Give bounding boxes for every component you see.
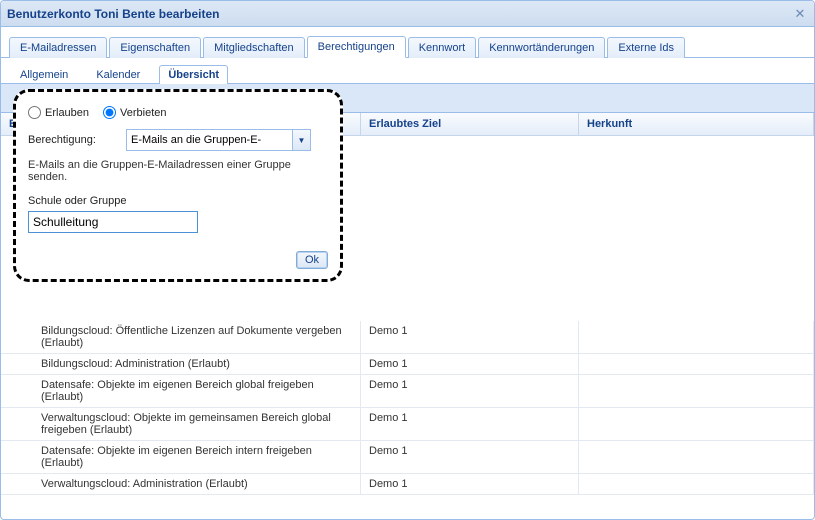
tab-memberships[interactable]: Mitgliedschaften bbox=[203, 37, 305, 58]
cell-origin bbox=[579, 354, 814, 374]
subtab-calendar[interactable]: Kalender bbox=[87, 65, 149, 84]
cell-origin bbox=[579, 474, 814, 494]
allow-deny-radios: Erlauben Verbieten bbox=[28, 106, 328, 119]
tab-email[interactable]: E-Mailadressen bbox=[9, 37, 107, 58]
cell-target: Demo 1 bbox=[361, 441, 579, 473]
ok-button[interactable]: Ok bbox=[296, 251, 328, 269]
subtab-general[interactable]: Allgemein bbox=[11, 65, 77, 84]
permission-select-input[interactable] bbox=[127, 134, 292, 146]
main-tabbar: E-Mailadressen Eigenschaften Mitgliedsch… bbox=[1, 27, 814, 58]
cell-origin bbox=[579, 375, 814, 407]
cell-target: Demo 1 bbox=[361, 375, 579, 407]
dialog-window: Benutzerkonto Toni Bente bearbeiten ✕ E-… bbox=[0, 0, 815, 520]
cell-permission: Verwaltungscloud: Objekte im gemeinsamen… bbox=[1, 408, 361, 440]
cell-permission: Datensafe: Objekte im eigenen Bereich in… bbox=[1, 441, 361, 473]
radio-allow[interactable]: Erlauben bbox=[28, 106, 89, 119]
cell-target: Demo 1 bbox=[361, 408, 579, 440]
subtab-overview[interactable]: Übersicht bbox=[159, 65, 228, 84]
close-icon[interactable]: ✕ bbox=[792, 6, 808, 22]
permission-description: E-Mails an die Gruppen-E-Mailadressen ei… bbox=[28, 159, 328, 183]
radio-allow-input[interactable] bbox=[28, 106, 41, 119]
cell-permission: Verwaltungscloud: Administration (Erlaub… bbox=[1, 474, 361, 494]
table-row[interactable]: Datensafe: Objekte im eigenen Bereich in… bbox=[1, 441, 814, 474]
table-row[interactable]: Verwaltungscloud: Objekte im gemeinsamen… bbox=[1, 408, 814, 441]
tab-permissions[interactable]: Berechtigungen bbox=[307, 36, 406, 58]
cell-target: Demo 1 bbox=[361, 474, 579, 494]
radio-deny[interactable]: Verbieten bbox=[103, 106, 166, 119]
tab-properties[interactable]: Eigenschaften bbox=[109, 37, 201, 58]
permission-select-dropdown[interactable]: ▼ bbox=[292, 130, 310, 150]
sub-tabbar: Allgemein Kalender Übersicht bbox=[1, 58, 814, 84]
col-origin[interactable]: Herkunft bbox=[579, 113, 814, 135]
table-row[interactable]: Bildungscloud: Öffentliche Lizenzen auf … bbox=[1, 321, 814, 354]
tab-password[interactable]: Kennwort bbox=[408, 37, 476, 58]
popup-button-row: Ok bbox=[28, 251, 328, 269]
cell-origin bbox=[579, 408, 814, 440]
cell-origin bbox=[579, 321, 814, 353]
table-row[interactable]: Datensafe: Objekte im eigenen Bereich gl… bbox=[1, 375, 814, 408]
cell-permission: Bildungscloud: Administration (Erlaubt) bbox=[1, 354, 361, 374]
cell-origin bbox=[579, 441, 814, 473]
chevron-down-icon: ▼ bbox=[298, 136, 306, 145]
add-permission-popup: Erlauben Verbieten Berechtigung: ▼ E-Mai… bbox=[13, 89, 343, 282]
cell-target: Demo 1 bbox=[361, 321, 579, 353]
cell-target: Demo 1 bbox=[361, 354, 579, 374]
cell-permission: Datensafe: Objekte im eigenen Bereich gl… bbox=[1, 375, 361, 407]
cell-permission: Bildungscloud: Öffentliche Lizenzen auf … bbox=[1, 321, 361, 353]
target-label: Schule oder Gruppe bbox=[28, 195, 328, 207]
col-target[interactable]: Erlaubtes Ziel bbox=[361, 113, 579, 135]
radio-allow-label: Erlauben bbox=[45, 107, 89, 119]
table-row[interactable]: Verwaltungscloud: Administration (Erlaub… bbox=[1, 474, 814, 495]
radio-deny-label: Verbieten bbox=[120, 107, 166, 119]
permission-label: Berechtigung: bbox=[28, 134, 118, 146]
titlebar: Benutzerkonto Toni Bente bearbeiten ✕ bbox=[1, 1, 814, 27]
target-input[interactable] bbox=[28, 211, 198, 233]
window-title: Benutzerkonto Toni Bente bearbeiten bbox=[7, 7, 219, 21]
table-row[interactable]: Bildungscloud: Administration (Erlaubt) … bbox=[1, 354, 814, 375]
permission-select[interactable]: ▼ bbox=[126, 129, 311, 151]
permission-field-row: Berechtigung: ▼ bbox=[28, 129, 328, 151]
tab-password-changes[interactable]: Kennwortänderungen bbox=[478, 37, 605, 58]
radio-deny-input[interactable] bbox=[103, 106, 116, 119]
tab-external-ids[interactable]: Externe Ids bbox=[607, 37, 685, 58]
